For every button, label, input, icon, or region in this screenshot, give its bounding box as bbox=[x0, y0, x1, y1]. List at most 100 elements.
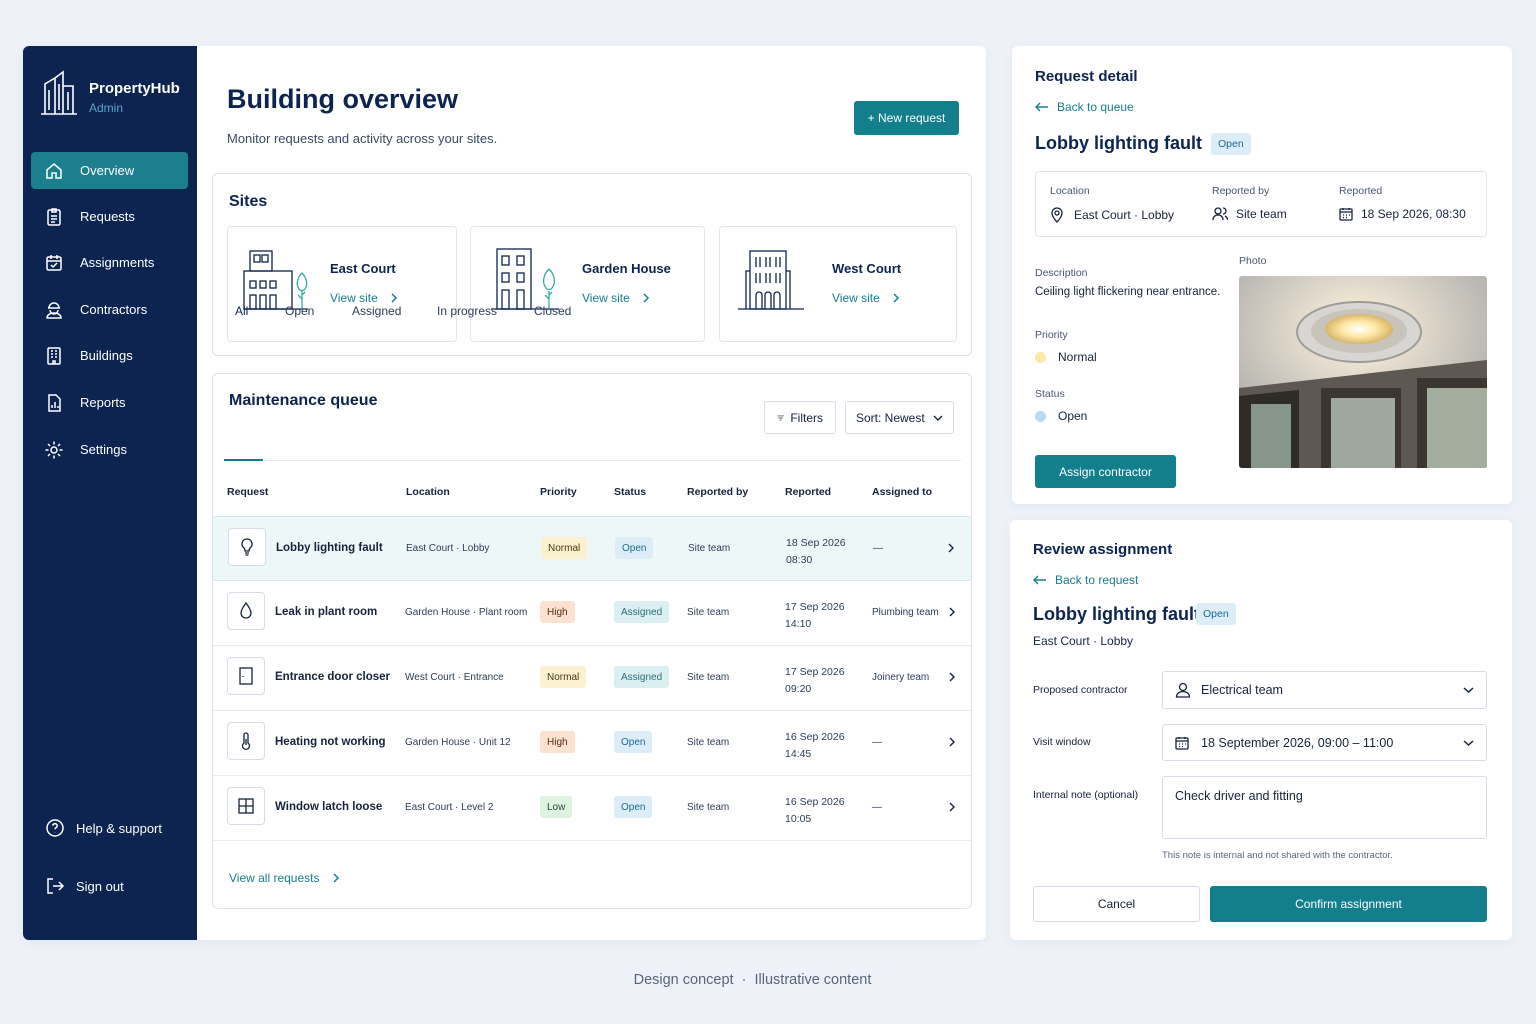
table-row[interactable]: Leak in plant room Garden House · Plant … bbox=[212, 581, 972, 646]
request-title: Lobby lighting fault bbox=[276, 542, 383, 554]
chevron-right-icon bbox=[643, 293, 649, 303]
sites-card: Sites East Court View site Garden House … bbox=[212, 173, 972, 356]
sort-dropdown[interactable]: Sort: Newest bbox=[845, 401, 954, 434]
table-row[interactable]: Heating not working Garden House · Unit … bbox=[212, 711, 972, 776]
visit-window-value: 18 September 2026, 09:00 – 11:00 bbox=[1201, 735, 1394, 750]
request-location: Garden House · Plant room bbox=[405, 607, 528, 618]
sidebar-item-buildings[interactable]: Buildings bbox=[31, 337, 188, 374]
location-text: East Court · Lobby bbox=[1074, 208, 1175, 222]
view-site-link[interactable]: View site bbox=[832, 291, 900, 305]
sidebar-item-overview[interactable]: Overview bbox=[31, 152, 188, 189]
site-name: Garden House bbox=[582, 261, 671, 276]
view-site-link[interactable]: View site bbox=[330, 291, 398, 305]
status-badge: Open bbox=[615, 537, 654, 559]
tab-assigned[interactable]: Assigned bbox=[352, 304, 401, 318]
reported-value: 18 Sep 2026, 08:30 bbox=[1339, 207, 1466, 221]
reported-date: 17 Sep 2026 bbox=[785, 666, 845, 678]
request-icon-box bbox=[228, 528, 266, 566]
footer-caption: Design concept · Illustrative content bbox=[633, 972, 872, 988]
sort-label: Sort: Newest bbox=[856, 410, 925, 425]
priority-text: Normal bbox=[1058, 350, 1097, 364]
sidebar-item-label: Requests bbox=[80, 209, 135, 224]
reported-label: Reported bbox=[1339, 185, 1383, 197]
home-icon bbox=[46, 162, 62, 179]
filters-label: Filters bbox=[790, 410, 823, 425]
detail-meta-box: Location East Court · Lobby Reported by … bbox=[1035, 171, 1487, 237]
back-to-request-link[interactable]: Back to request bbox=[1033, 573, 1138, 587]
site-card-garden-house[interactable]: Garden House View site bbox=[470, 226, 705, 342]
note-hint: This note is internal and not shared wit… bbox=[1162, 850, 1393, 861]
site-card-east-court[interactable]: East Court View site bbox=[227, 226, 457, 342]
assign-contractor-button[interactable]: Assign contractor bbox=[1035, 455, 1176, 488]
clipboard-icon bbox=[47, 207, 61, 226]
request-title: Leak in plant room bbox=[275, 606, 378, 618]
request-location: Garden House · Unit 12 bbox=[405, 737, 511, 748]
help-support-link[interactable]: Help & support bbox=[45, 818, 162, 838]
request-location: East Court · Level 2 bbox=[405, 802, 494, 813]
building-illustration-icon bbox=[738, 250, 804, 310]
building-logo-icon bbox=[41, 70, 77, 115]
sidebar: PropertyHub Admin Overview Requests Assi… bbox=[23, 46, 197, 940]
sidebar-item-assignments[interactable]: Assignments bbox=[31, 244, 188, 281]
site-name: East Court bbox=[330, 261, 396, 276]
view-site-label: View site bbox=[832, 291, 880, 305]
request-location: West Court · Entrance bbox=[405, 672, 504, 683]
view-site-label: View site bbox=[582, 291, 630, 305]
status-badge: Assigned bbox=[614, 601, 670, 623]
back-label: Back to request bbox=[1055, 573, 1139, 587]
reported-time: 09:20 bbox=[785, 683, 812, 695]
page-title: Building overview bbox=[227, 84, 459, 114]
filters-button[interactable]: Filters bbox=[764, 401, 836, 434]
table-row[interactable]: Entrance door closer West Court · Entran… bbox=[212, 646, 972, 711]
view-all-requests-link[interactable]: View all requests bbox=[229, 871, 340, 885]
cancel-button[interactable]: Cancel bbox=[1033, 886, 1200, 922]
lightbulb-icon bbox=[241, 538, 253, 556]
visit-window-select[interactable]: 18 September 2026, 09:00 – 11:00 bbox=[1162, 724, 1487, 761]
sidebar-item-requests[interactable]: Requests bbox=[31, 198, 188, 235]
chevron-right-icon bbox=[332, 873, 339, 883]
status-dot bbox=[1035, 410, 1046, 422]
report-icon bbox=[48, 393, 61, 412]
confirm-assignment-button[interactable]: Confirm assignment bbox=[1210, 886, 1487, 922]
status-badge: Assigned bbox=[614, 666, 670, 688]
new-request-button[interactable]: + New request bbox=[854, 101, 959, 135]
contractor-label: Proposed contractor bbox=[1033, 684, 1128, 696]
lighting-fault-photo bbox=[1239, 276, 1487, 468]
sign-out-link[interactable]: Sign out bbox=[45, 876, 124, 896]
reported-text: 18 Sep 2026, 08:30 bbox=[1361, 207, 1466, 221]
sidebar-item-label: Settings bbox=[80, 442, 127, 457]
assigned-to: — bbox=[873, 543, 883, 554]
request-icon-box bbox=[227, 722, 265, 760]
sidebar-item-contractors[interactable]: Contractors bbox=[31, 291, 188, 328]
site-card-west-court[interactable]: West Court View site bbox=[719, 226, 957, 342]
request-location: East Court · Lobby bbox=[406, 543, 490, 554]
table-row[interactable]: Window latch loose East Court · Level 2 … bbox=[212, 776, 972, 841]
table-row[interactable]: Lobby lighting fault East Court · Lobby … bbox=[212, 516, 972, 581]
user-icon bbox=[1175, 682, 1191, 698]
tab-open[interactable]: Open bbox=[285, 304, 314, 318]
chevron-right-icon bbox=[948, 543, 954, 553]
proposed-contractor-select[interactable]: Electrical team bbox=[1162, 671, 1487, 709]
tab-in-progress[interactable]: In progress bbox=[437, 304, 497, 318]
sidebar-item-reports[interactable]: Reports bbox=[31, 384, 188, 421]
view-site-link[interactable]: View site bbox=[582, 291, 650, 305]
sidebar-item-label: Assignments bbox=[80, 255, 155, 270]
tab-closed[interactable]: Closed bbox=[534, 304, 571, 318]
users-icon bbox=[1212, 207, 1228, 221]
arrow-left-icon bbox=[1033, 575, 1046, 585]
sidebar-item-label: Overview bbox=[80, 163, 135, 178]
internal-note-textarea[interactable]: Check driver and fitting bbox=[1162, 776, 1487, 839]
reported-by: Site team bbox=[687, 802, 730, 813]
column-header: Reported by bbox=[687, 486, 749, 498]
priority-value: Normal bbox=[1035, 350, 1097, 364]
reported-datetime: 18 Sep 2026 08:30 bbox=[786, 535, 846, 569]
map-pin-icon bbox=[1051, 207, 1063, 223]
thermometer-icon bbox=[241, 732, 251, 751]
site-name: West Court bbox=[832, 261, 902, 276]
detail-title: Lobby lighting fault bbox=[1035, 133, 1202, 153]
back-to-queue-link[interactable]: Back to queue bbox=[1035, 100, 1134, 114]
tab-all[interactable]: All bbox=[235, 304, 248, 318]
reported-time: 14:45 bbox=[785, 748, 812, 760]
contractor-value: Electrical team bbox=[1201, 683, 1283, 697]
sidebar-item-settings[interactable]: Settings bbox=[31, 431, 188, 468]
